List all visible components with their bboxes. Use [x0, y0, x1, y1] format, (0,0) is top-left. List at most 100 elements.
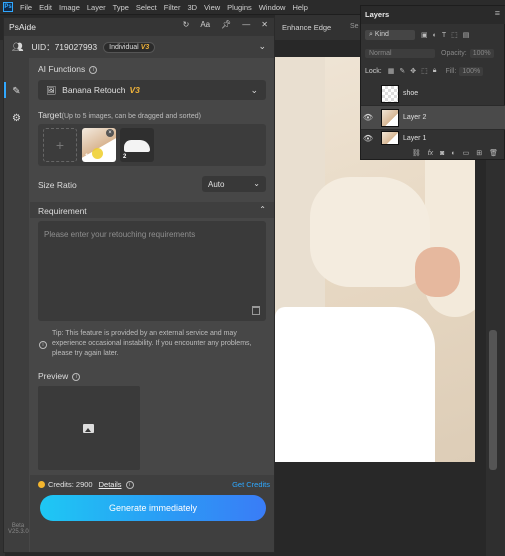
- target-hint: (Up to 5 images, can be dragged and sort…: [61, 113, 201, 120]
- target-image-2[interactable]: 2: [120, 128, 154, 162]
- ai-function-value: Banana Retouch: [62, 85, 126, 95]
- menu-help[interactable]: Help: [292, 3, 307, 12]
- menu-image[interactable]: Image: [59, 3, 80, 12]
- layer-thumbnail: [381, 84, 399, 103]
- fill-value[interactable]: 100%: [459, 66, 484, 76]
- lock-position-icon[interactable]: ✥: [410, 67, 416, 75]
- menu-layer[interactable]: Layer: [87, 3, 106, 12]
- cursor-highlight: [92, 148, 103, 159]
- eye-icon[interactable]: 👁︎: [361, 113, 375, 122]
- smart-object-filter-icon[interactable]: ▤: [463, 31, 470, 39]
- psaide-panel: PsAide ↻ Aa 📌︎ — ✕ ✎ ⚙ Beta V25.3.0 👥︎ U…: [3, 17, 275, 553]
- type-filter-icon[interactable]: T: [442, 32, 446, 39]
- panel-menu-icon[interactable]: ≡: [495, 8, 500, 18]
- credits-value: Credits: 2900: [48, 480, 93, 489]
- menu-window[interactable]: Window: [259, 3, 286, 12]
- pin-icon[interactable]: 📌︎: [221, 20, 231, 29]
- menu-filter[interactable]: Filter: [164, 3, 181, 12]
- kind-filter-select[interactable]: ⌕ Kind: [365, 30, 415, 40]
- generate-button[interactable]: Generate immediately: [40, 495, 266, 521]
- layer-row-shoe[interactable]: shoe: [361, 82, 505, 106]
- layer-thumbnail: [381, 131, 399, 145]
- menu-type[interactable]: Type: [113, 3, 129, 12]
- plan-label: Individual: [109, 43, 139, 51]
- font-size-icon[interactable]: Aa: [200, 20, 210, 29]
- lock-label: Lock:: [365, 67, 382, 75]
- menu-3d[interactable]: 3D: [187, 3, 197, 12]
- menu-plugins[interactable]: Plugins: [227, 3, 252, 12]
- opacity-value[interactable]: 100%: [469, 48, 494, 58]
- add-image-button[interactable]: +: [43, 128, 77, 162]
- info-icon[interactable]: i: [125, 480, 134, 489]
- layer-row-layer-1[interactable]: 👁︎ Layer 1: [361, 130, 505, 146]
- ai-function-tier: V3: [129, 85, 140, 95]
- remove-image-icon[interactable]: ×: [106, 129, 114, 137]
- account-row[interactable]: 👥︎ UID：719027993 Individual V3 ⌄: [4, 36, 274, 58]
- menu-file[interactable]: File: [20, 3, 32, 12]
- scrollbar-thumb[interactable]: [489, 330, 497, 470]
- chevron-down-icon[interactable]: ⌄: [258, 41, 266, 52]
- new-group-icon[interactable]: ▭: [463, 149, 470, 157]
- requirement-label: Requirement: [38, 206, 87, 216]
- chevron-down-icon: ⌄: [250, 85, 258, 95]
- trash-icon[interactable]: [252, 306, 260, 315]
- settings-gear-icon[interactable]: ⚙: [11, 113, 22, 124]
- layer-filter-row: ⌕ Kind ▣ ◐ T ⬚ ▤: [361, 28, 505, 42]
- ai-functions-heading: AI Functions i: [38, 64, 98, 74]
- layers-panel: Layers ≡ ⌕ Kind ▣ ◐ T ⬚ ▤ Normal Opacity…: [360, 5, 505, 160]
- minimize-icon[interactable]: —: [242, 20, 250, 29]
- eye-icon[interactable]: 👁︎: [361, 134, 375, 143]
- ai-function-select[interactable]: 🖼︎ Banana Retouch V3 ⌄: [38, 80, 266, 100]
- ai-functions-label: AI Functions: [38, 64, 86, 74]
- preview-heading: Preview i: [38, 371, 81, 381]
- menu-view[interactable]: View: [204, 3, 220, 12]
- layer-row-layer-2[interactable]: 👁︎ Layer 2: [361, 106, 505, 130]
- enhance-edge-checkbox[interactable]: Enhance Edge: [282, 23, 331, 32]
- info-icon[interactable]: i: [72, 372, 81, 381]
- requirement-placeholder: Please enter your retouching requirement…: [44, 230, 196, 239]
- layer-name: Layer 1: [403, 134, 427, 142]
- chevron-down-icon: ⌄: [253, 179, 260, 188]
- refresh-icon[interactable]: ↻: [183, 20, 190, 29]
- add-mask-icon[interactable]: ◙: [440, 150, 444, 157]
- requirement-header[interactable]: Requirement ⌃: [30, 202, 274, 218]
- panel-footer: Credits: 2900 Details i Get Credits Gene…: [30, 475, 274, 552]
- lock-transparent-icon[interactable]: ▦: [388, 67, 395, 75]
- target-label: Target: [38, 110, 62, 120]
- delete-layer-icon[interactable]: 🗑︎: [489, 149, 498, 157]
- close-icon[interactable]: ✕: [261, 20, 268, 29]
- fill-label: Fill:: [445, 67, 457, 75]
- layer-thumbnail: [381, 108, 399, 127]
- credits-row: Credits: 2900 Details i: [38, 480, 134, 489]
- adjustment-layer-icon[interactable]: ◐: [451, 150, 455, 157]
- lock-all-icon[interactable]: 🔒︎: [433, 67, 437, 75]
- chevron-up-icon[interactable]: ⌃: [259, 205, 266, 214]
- adjustment-filter-icon[interactable]: ◐: [433, 32, 437, 39]
- blend-mode-select[interactable]: Normal: [365, 48, 435, 58]
- lock-artboard-icon[interactable]: ⬚: [421, 67, 428, 75]
- retouch-tool-icon[interactable]: ✎: [11, 86, 22, 97]
- layers-tab[interactable]: Layers: [365, 10, 389, 19]
- size-ratio-select[interactable]: Auto ⌄: [202, 176, 266, 192]
- select-and-mask-button[interactable]: Se: [350, 23, 359, 30]
- shape-filter-icon[interactable]: ⬚: [451, 31, 458, 39]
- get-credits-link[interactable]: Get Credits: [232, 480, 270, 489]
- info-icon[interactable]: i: [89, 65, 98, 74]
- size-ratio-label: Size Ratio: [38, 180, 77, 190]
- details-link[interactable]: Details: [99, 480, 122, 489]
- lock-image-icon[interactable]: ✎: [399, 67, 405, 75]
- layer-name: Layer 2: [403, 114, 427, 121]
- pixel-filter-icon[interactable]: ▣: [421, 31, 428, 39]
- new-layer-icon[interactable]: ⊞: [476, 149, 482, 157]
- layers-tab-bar: Layers ≡: [361, 6, 505, 24]
- version-label: V25.3.0: [8, 529, 29, 535]
- size-ratio-value: Auto: [208, 180, 225, 189]
- target-images-box[interactable]: + 1 × 2: [38, 124, 266, 166]
- layer-style-icon[interactable]: fx: [428, 150, 433, 157]
- active-indicator: [4, 82, 6, 98]
- requirement-textarea[interactable]: Please enter your retouching requirement…: [38, 221, 266, 321]
- link-layers-icon[interactable]: ⛓: [412, 149, 421, 157]
- menu-edit[interactable]: Edit: [39, 3, 52, 12]
- plan-badge: Individual V3: [103, 41, 156, 53]
- menu-select[interactable]: Select: [136, 3, 157, 12]
